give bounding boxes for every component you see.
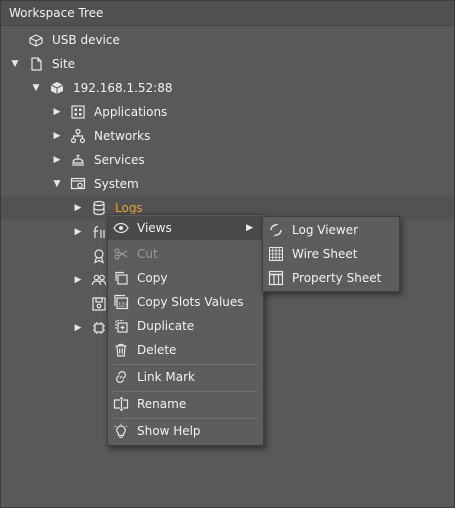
menu-item-label: Copy Slots Values	[137, 295, 244, 309]
copy-values-icon: 123	[113, 294, 129, 310]
tree-item-hidden-5[interactable]: ▶	[1, 316, 111, 340]
badge-icon	[91, 248, 107, 264]
link-icon	[113, 369, 129, 385]
usb-device-icon	[28, 32, 44, 48]
menu-item-copy[interactable]: Copy	[108, 266, 263, 290]
table-icon	[268, 270, 284, 286]
tree-item-hidden-1[interactable]: ▶	[1, 220, 111, 244]
users-icon	[91, 272, 107, 288]
menu-item-label: Views	[137, 221, 172, 235]
menu-item-label: Link Mark	[137, 370, 195, 384]
menu-item-duplicate[interactable]: Duplicate	[108, 314, 263, 338]
tree-item-label: Services	[94, 153, 145, 167]
menu-item-label: Rename	[137, 397, 187, 411]
lightbulb-icon	[113, 423, 129, 439]
log-viewer-icon	[268, 222, 284, 238]
collapsed-arrow-icon[interactable]: ▶	[73, 220, 83, 244]
rename-icon	[113, 396, 129, 412]
menu-item-label: Show Help	[137, 424, 201, 438]
menu-item-property-sheet[interactable]: Property Sheet	[263, 266, 399, 290]
tree-item-host[interactable]: ▼ 192.168.1.52:88	[1, 76, 454, 100]
tree-item-hidden-3[interactable]: ▶	[1, 268, 111, 292]
duplicate-icon	[113, 318, 129, 334]
menu-item-label: Wire Sheet	[292, 247, 358, 261]
menu-item-label: Delete	[137, 343, 177, 357]
tree-item-site[interactable]: ▼ Site	[1, 52, 454, 76]
tree-item-applications[interactable]: ▶ Applications	[1, 100, 454, 124]
tree-item-hidden-4[interactable]	[1, 292, 111, 316]
copy-icon	[113, 270, 129, 286]
tree-item-networks[interactable]: ▶ Networks	[1, 124, 454, 148]
server-icon	[49, 80, 65, 96]
grid-icon	[268, 246, 284, 262]
eye-icon	[113, 220, 129, 236]
trash-icon	[113, 342, 129, 358]
system-icon	[70, 176, 86, 192]
collapsed-arrow-icon[interactable]: ▶	[73, 196, 83, 220]
menu-item-link-mark[interactable]: Link Mark	[108, 365, 263, 389]
menu-item-label: Duplicate	[137, 319, 195, 333]
expanded-arrow-icon[interactable]: ▼	[10, 52, 20, 76]
collapsed-arrow-icon[interactable]: ▶	[73, 268, 83, 292]
expanded-arrow-icon[interactable]: ▼	[52, 172, 62, 196]
menu-item-label: Log Viewer	[292, 223, 359, 237]
tree-item-usb-device[interactable]: USB device	[1, 28, 454, 52]
panel-title: Workspace Tree	[1, 1, 454, 26]
menu-item-rename[interactable]: Rename	[108, 392, 263, 416]
svg-text:123: 123	[118, 303, 128, 309]
tree-item-label: Site	[52, 57, 76, 71]
collapsed-arrow-icon[interactable]: ▶	[52, 100, 62, 124]
menu-item-label: Property Sheet	[292, 271, 382, 285]
scissors-icon	[113, 246, 129, 262]
database-icon	[91, 200, 107, 216]
views-submenu: Log Viewer Wire Sheet Property Sheet	[262, 216, 400, 292]
menu-item-cut[interactable]: Cut	[108, 242, 263, 266]
tree-item-services[interactable]: ▶ Services	[1, 148, 454, 172]
menu-item-label: Cut	[137, 247, 158, 261]
menu-item-log-viewer[interactable]: Log Viewer	[263, 218, 399, 242]
tree-item-system[interactable]: ▼ System	[1, 172, 454, 196]
menu-item-views[interactable]: Views ▶	[108, 216, 263, 240]
network-icon	[70, 128, 86, 144]
menu-item-label: Copy	[137, 271, 168, 285]
context-menu: Views ▶ Cut Copy 123 Copy Slots Values D…	[107, 214, 264, 446]
menu-item-delete[interactable]: Delete	[108, 338, 263, 362]
submenu-arrow-icon: ▶	[246, 223, 253, 233]
collapsed-arrow-icon[interactable]: ▶	[52, 124, 62, 148]
tree-item-label: 192.168.1.52:88	[73, 81, 173, 95]
function-icon	[91, 224, 107, 240]
collapsed-arrow-icon[interactable]: ▶	[73, 316, 83, 340]
tree-item-hidden-2[interactable]	[1, 244, 111, 268]
services-icon	[70, 152, 86, 168]
tree-item-label: Applications	[94, 105, 168, 119]
menu-item-wire-sheet[interactable]: Wire Sheet	[263, 242, 399, 266]
chip-icon	[91, 320, 107, 336]
tree-item-label: USB device	[52, 33, 120, 47]
expanded-arrow-icon[interactable]: ▼	[31, 76, 41, 100]
menu-item-show-help[interactable]: Show Help	[108, 419, 263, 443]
tree-item-label: Networks	[94, 129, 151, 143]
save-icon	[91, 296, 107, 312]
menu-item-copy-slots-values[interactable]: 123 Copy Slots Values	[108, 290, 263, 314]
applications-icon	[70, 104, 86, 120]
site-icon	[28, 56, 44, 72]
collapsed-arrow-icon[interactable]: ▶	[52, 148, 62, 172]
tree-item-label: System	[94, 177, 139, 191]
